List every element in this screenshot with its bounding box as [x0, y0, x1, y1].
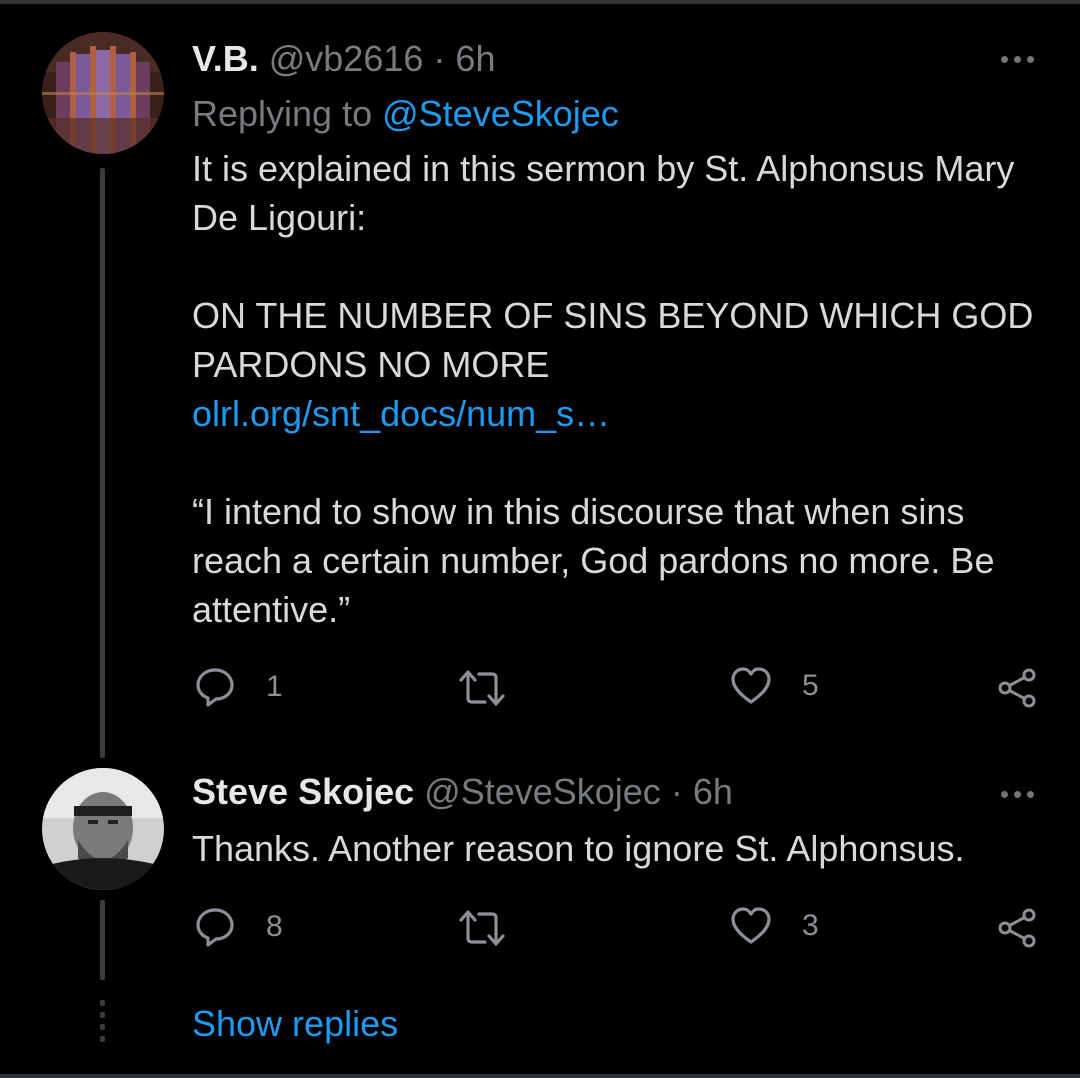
reply-bubble-icon [196, 908, 234, 947]
show-replies-link[interactable]: Show replies [192, 1000, 398, 1048]
like-count: 3 [802, 909, 819, 942]
separator: · [670, 771, 683, 812]
top-divider [0, 0, 1080, 4]
tweet-text: Thanks. Another reason to ignore St. Alp… [192, 824, 965, 873]
quote-line: reach a certain number, God pardons no m… [192, 540, 995, 581]
replying-to: Replying to @SteveSkojec [192, 92, 619, 136]
more-horizontal-icon[interactable] [997, 53, 1037, 65]
tweet-header: V.B. @vb2616 · 6h [192, 37, 495, 81]
text-line: PARDONS NO MORE [192, 344, 550, 385]
thread-line [100, 168, 105, 758]
collapsed-thread-dots [100, 1000, 105, 1042]
text-line: De Ligouri: [192, 197, 367, 238]
bottom-divider [0, 1074, 1080, 1078]
replying-to-handle[interactable]: @SteveSkojec [382, 93, 619, 134]
tweet-header: Steve Skojec @SteveSkojec · 6h [192, 770, 733, 814]
vb-avatar[interactable] [42, 32, 164, 154]
heart-icon [731, 667, 771, 704]
replying-prefix: Replying to [192, 93, 373, 134]
skojec-avatar[interactable] [42, 768, 164, 890]
text-line: Thanks. Another reason to ignore St. Alp… [192, 828, 965, 869]
reply-count: 8 [266, 910, 283, 943]
text-line: It is explained in this sermon by St. Al… [192, 148, 1015, 189]
more-horizontal-icon[interactable] [997, 788, 1037, 800]
tweet-text: It is explained in this sermon by St. Al… [192, 144, 1033, 634]
thread-line [100, 900, 105, 980]
timestamp[interactable]: 6h [693, 771, 733, 812]
reply-button[interactable]: 8 [194, 906, 283, 948]
author-name[interactable]: Steve Skojec [192, 771, 414, 812]
author-handle[interactable]: @SteveSkojec [424, 771, 661, 812]
reply-count: 1 [266, 670, 283, 703]
share-icon [998, 668, 1036, 708]
share-button[interactable] [996, 667, 1038, 709]
timestamp[interactable]: 6h [455, 38, 495, 79]
retweet-button[interactable] [457, 668, 507, 708]
author-handle[interactable]: @vb2616 [269, 38, 424, 79]
separator: · [433, 38, 446, 79]
quote-line: attentive.” [192, 589, 351, 630]
heart-icon [731, 907, 771, 944]
text-line: ON THE NUMBER OF SINS BEYOND WHICH GOD [192, 295, 1034, 336]
reply-button[interactable]: 1 [194, 666, 283, 708]
like-count: 5 [802, 669, 819, 702]
share-icon [998, 908, 1036, 948]
quote-line: “I intend to show in this discourse that… [192, 491, 965, 532]
share-button[interactable] [996, 907, 1038, 949]
like-button[interactable]: 3 [730, 906, 819, 946]
like-button[interactable]: 5 [730, 666, 819, 706]
author-name[interactable]: V.B. [192, 38, 259, 79]
retweet-icon [459, 910, 505, 946]
sermon-link[interactable]: olrl.org/snt_docs/num_s… [192, 393, 610, 434]
retweet-button[interactable] [457, 908, 507, 948]
retweet-icon [459, 670, 505, 706]
reply-bubble-icon [196, 668, 234, 707]
